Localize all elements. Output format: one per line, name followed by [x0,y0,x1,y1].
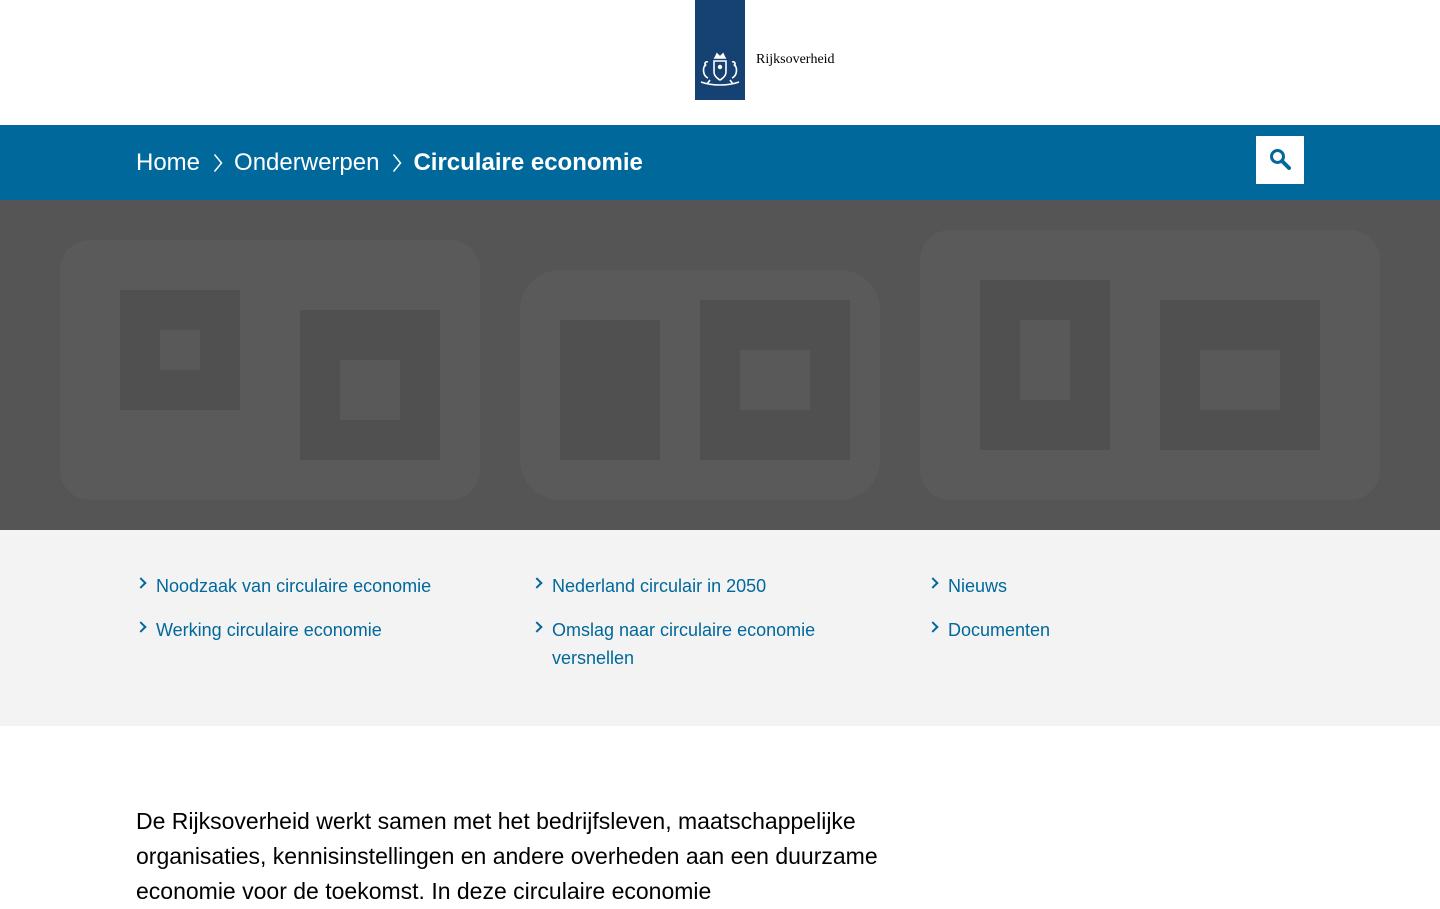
hero-image [0,200,1440,530]
list-item: Documenten [928,616,1288,644]
site-header: Rijksoverheid [0,0,1440,125]
subnav-link-nederland-2050[interactable]: Nederland circulair in 2050 [552,572,852,600]
subnav-column-1: Noodzaak van circulaire economie Werking… [136,572,496,660]
logo-text: Rijksoverheid [756,52,835,67]
search-button[interactable] [1256,136,1304,184]
subnav-column-3: Nieuws Documenten [928,572,1288,660]
breadcrumb-home-link[interactable]: Home [136,149,200,177]
breadcrumb-bar: Home Onderwerpen Circulaire economie [0,125,1440,200]
rijksoverheid-logo[interactable]: Rijksoverheid [695,0,835,100]
subnav-link-noodzaak[interactable]: Noodzaak van circulaire economie [156,572,496,600]
subnav-link-werking[interactable]: Werking circulaire economie [156,616,496,644]
breadcrumb-current: Circulaire economie [413,148,643,176]
subnav-link-documenten[interactable]: Documenten [948,616,1288,644]
list-item: Noodzaak van circulaire economie [136,572,496,600]
breadcrumb: Home Onderwerpen Circulaire economie [136,125,643,200]
search-icon [1268,147,1292,174]
chevron-right-icon [392,153,402,173]
chevron-right-icon [213,153,223,173]
topic-subnav: Noodzaak van circulaire economie Werking… [0,530,1440,726]
subnav-column-2: Nederland circulair in 2050 Omslag naar … [532,572,852,688]
list-item: Nieuws [928,572,1288,600]
list-item: Omslag naar circulaire economie versnell… [532,616,852,672]
coat-of-arms-icon [695,0,745,100]
subnav-link-nieuws[interactable]: Nieuws [948,572,1288,600]
list-item: Werking circulaire economie [136,616,496,644]
subnav-link-omslag[interactable]: Omslag naar circulaire economie versnell… [552,616,852,672]
intro-paragraph: De Rijksoverheid werkt samen met het bed… [136,808,878,904]
breadcrumb-topics-link[interactable]: Onderwerpen [234,149,379,177]
list-item: Nederland circulair in 2050 [532,572,852,600]
